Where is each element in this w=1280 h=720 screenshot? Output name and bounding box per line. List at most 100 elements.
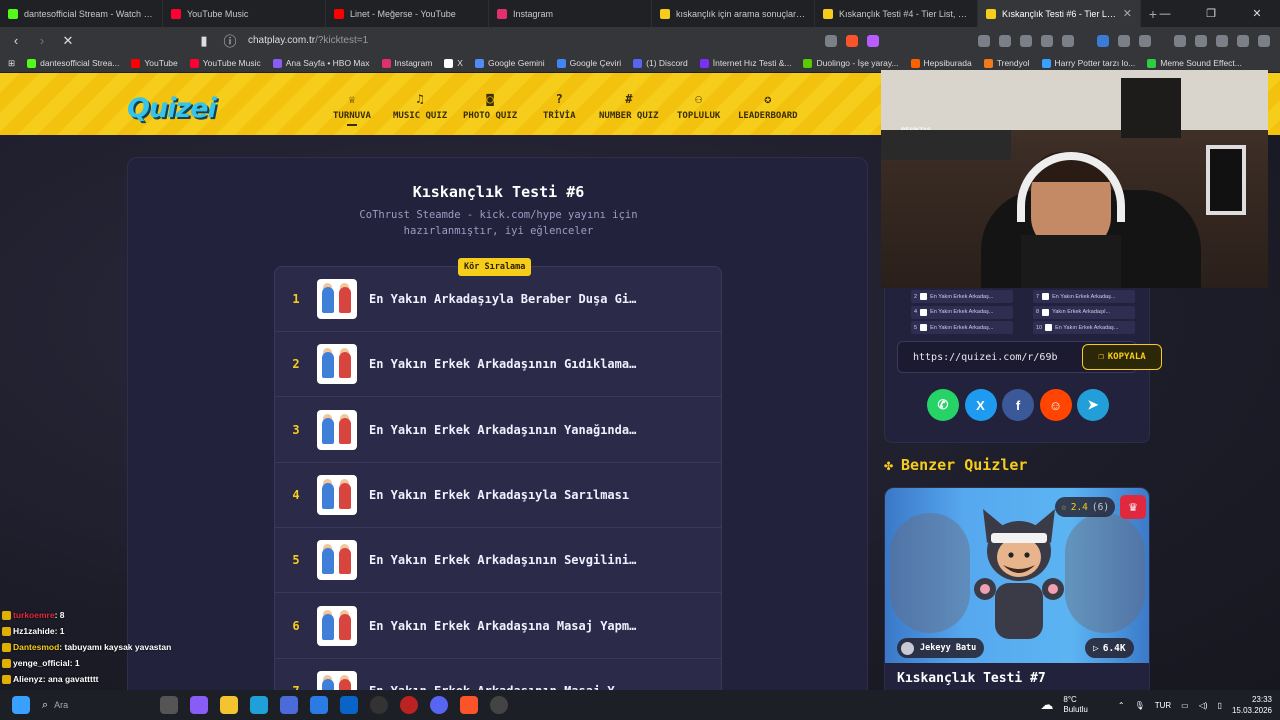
back-icon[interactable]: ‹ [8, 33, 24, 48]
ranking-row[interactable]: 2 En Yakın Erkek Arkadaşının Gıdıklama… [275, 332, 721, 398]
chevron-up-icon[interactable]: ⌃ [1118, 701, 1125, 710]
browser-tab[interactable]: dantesofficial Stream - Watch Live o [0, 0, 163, 27]
bookmark-item[interactable]: YouTube [131, 58, 178, 68]
share-icon[interactable] [825, 34, 837, 47]
store-icon[interactable] [310, 696, 329, 714]
app-icon[interactable] [400, 696, 419, 714]
bookmark-item[interactable]: Trendyol [983, 58, 1030, 68]
ranking-row[interactable]: 7En Yakın Erkek Arkadaşının Masaj Y… [275, 659, 721, 690]
brave-rewards-icon[interactable] [867, 34, 879, 47]
minimize-icon[interactable]: — [1142, 8, 1188, 20]
network-icon[interactable]: ▭ [1181, 701, 1189, 710]
extension-icon[interactable] [1020, 34, 1032, 47]
bookmark-item[interactable]: dantesofficial Strea... [27, 58, 119, 68]
bookmark-label: Instagram [394, 58, 433, 68]
sidebar-icon[interactable] [1195, 34, 1207, 47]
mail-icon[interactable] [340, 696, 359, 714]
bookmark-item[interactable]: Ana Sayfa • HBO Max [272, 58, 370, 68]
nav-topluluk[interactable]: ⚇ TOPLULUK [677, 93, 720, 129]
music-icon[interactable] [1174, 34, 1186, 47]
volume-icon[interactable]: ◁) [1199, 701, 1208, 710]
stop-loading-icon[interactable]: ✕ [60, 33, 76, 49]
forward-icon[interactable]: › [34, 33, 50, 48]
menu-icon[interactable] [1258, 34, 1270, 47]
author-chip[interactable]: Jekeyy Batu [897, 638, 985, 658]
browser-tab[interactable]: Kıskançlık Testi #4 - Tier List, Kör Sır… [815, 0, 978, 27]
ranking-row[interactable]: 3 En Yakın Erkek Arkadaşının Yanağında… [275, 398, 721, 463]
bookmark-item[interactable]: İnternet Hız Testi &... [699, 58, 791, 68]
bookmark-item[interactable]: Instagram [381, 58, 433, 68]
bookmark-item[interactable]: X [444, 58, 463, 68]
weather[interactable]: 8°C Bulutlu [1063, 695, 1087, 715]
copilot-icon[interactable] [190, 696, 209, 714]
edge-icon[interactable] [250, 696, 269, 714]
facebook-share-button[interactable]: f [1002, 389, 1034, 421]
telegram-share-button[interactable]: ➤ [1077, 389, 1109, 421]
x-share-button[interactable]: X [964, 389, 997, 421]
extension-icon[interactable] [1097, 34, 1109, 47]
browser-tab[interactable]: kıskançlık için arama sonuçları - Quiz [652, 0, 815, 27]
extension-icon[interactable] [1139, 34, 1151, 47]
bookmark-item[interactable]: Hepsiburada [910, 58, 972, 68]
close-tab-icon[interactable]: ✕ [1123, 7, 1132, 20]
nav-leaderboard[interactable]: ✪ LEADERBOARD [738, 93, 798, 129]
wallet-icon[interactable] [1216, 34, 1228, 47]
app-icon[interactable] [490, 696, 509, 714]
site-info-icon[interactable]: ⓘ [222, 31, 238, 50]
extension-icon[interactable] [1062, 34, 1074, 47]
nav-number-quiz[interactable]: # NUMBER QUIZ [599, 93, 659, 129]
bookmark-item[interactable]: YouTube Music [189, 58, 261, 68]
bookmark-item[interactable]: Duolingo - İşe yaray... [803, 58, 899, 68]
nav-tri̇vi̇a[interactable]: ? TRİVİA [543, 93, 576, 129]
similar-quiz-card[interactable]: ☆ 2.4 (6) ♛ Jekeyy Batu ▷ 6.4K Kıskançlık T… [884, 487, 1150, 690]
vpn-icon[interactable] [1237, 34, 1249, 47]
nav-turnuva[interactable]: ♕ TURNUVA [333, 93, 371, 129]
similar-quiz-title[interactable]: Kıskançlık Testi #7 [897, 671, 1046, 686]
brave-shield-icon[interactable] [846, 34, 858, 47]
start-icon[interactable] [12, 696, 30, 714]
site-logo[interactable]: Quizei [127, 93, 217, 124]
browser-tab[interactable]: YouTube Music [163, 0, 326, 27]
bookmark-item[interactable]: Google Gemini [474, 58, 545, 68]
bookmark-item[interactable]: (1) Discord [633, 58, 688, 68]
reddit-share-button[interactable]: ☺ [1039, 389, 1072, 421]
ranking-row[interactable]: 4 En Yakın Erkek Arkadaşıyla Sarılması [275, 463, 721, 528]
browser-tab[interactable]: Kıskançlık Testi #6 - Tier List, Kör ✕ [978, 0, 1141, 27]
app-icon[interactable] [280, 696, 299, 714]
bookmark-item[interactable]: Harry Potter tarzı lo... [1041, 58, 1135, 68]
bookmark-item[interactable]: Meme Sound Effect... [1147, 58, 1242, 68]
clock[interactable]: 23:33 15.03.2026 [1232, 694, 1272, 716]
ranking-row[interactable]: 1 En Yakın Arkadaşıyla Beraber Duşa Gi… [275, 267, 721, 332]
extension-icon[interactable] [1118, 34, 1130, 47]
microphone-icon[interactable]: 🎙 [1135, 701, 1145, 710]
file-explorer-icon[interactable] [220, 696, 239, 714]
ranking-row[interactable]: 6 En Yakın Erkek Arkadaşına Masaj Yapm… [275, 594, 721, 659]
battery-icon[interactable]: ▯ [1218, 701, 1222, 710]
item-text: En Yakın Erkek Arkadaşıyla Sarılması [369, 487, 630, 502]
extension-icon[interactable] [1041, 34, 1053, 47]
language-indicator[interactable]: TUR [1155, 701, 1171, 710]
taskbar-search[interactable]: Ara [54, 700, 154, 710]
extension-icon[interactable] [999, 34, 1011, 47]
browser-tab[interactable]: Linet - Meğerse - YouTube [326, 0, 489, 27]
whatsapp-share-button[interactable]: ✆ [927, 389, 959, 421]
bookmark-item[interactable]: Google Çeviri [556, 58, 621, 68]
ranking-row[interactable]: 5 En Yakın Erkek Arkadaşının Sevgilini… [275, 528, 721, 594]
bookmark-icon[interactable]: ▮ [196, 33, 212, 49]
obs-icon[interactable] [370, 696, 389, 714]
url-field[interactable]: chatplay.com.tr/?kicktest=1 [248, 35, 368, 46]
nav-music-quiz[interactable]: ♫ MUSIC QUIZ [393, 93, 447, 129]
extension-icon[interactable] [978, 34, 990, 47]
browser-tab[interactable]: Instagram [489, 0, 652, 27]
close-window-icon[interactable]: ✕ [1234, 7, 1280, 20]
apps-icon[interactable]: ⊞ [8, 58, 15, 69]
discord-icon[interactable] [430, 696, 449, 714]
maximize-icon[interactable]: ❐ [1188, 7, 1234, 20]
task-view-icon[interactable] [160, 696, 179, 714]
nav-photo-quiz[interactable]: ◙ PHOTO QUIZ [463, 93, 517, 129]
copy-button[interactable]: ❐ KOPYALA [1082, 344, 1162, 370]
search-icon[interactable]: ⌕ [42, 699, 48, 712]
weather-desc: Bulutlu [1063, 705, 1088, 714]
brave-icon[interactable] [460, 696, 479, 714]
shirt [1021, 235, 1121, 288]
